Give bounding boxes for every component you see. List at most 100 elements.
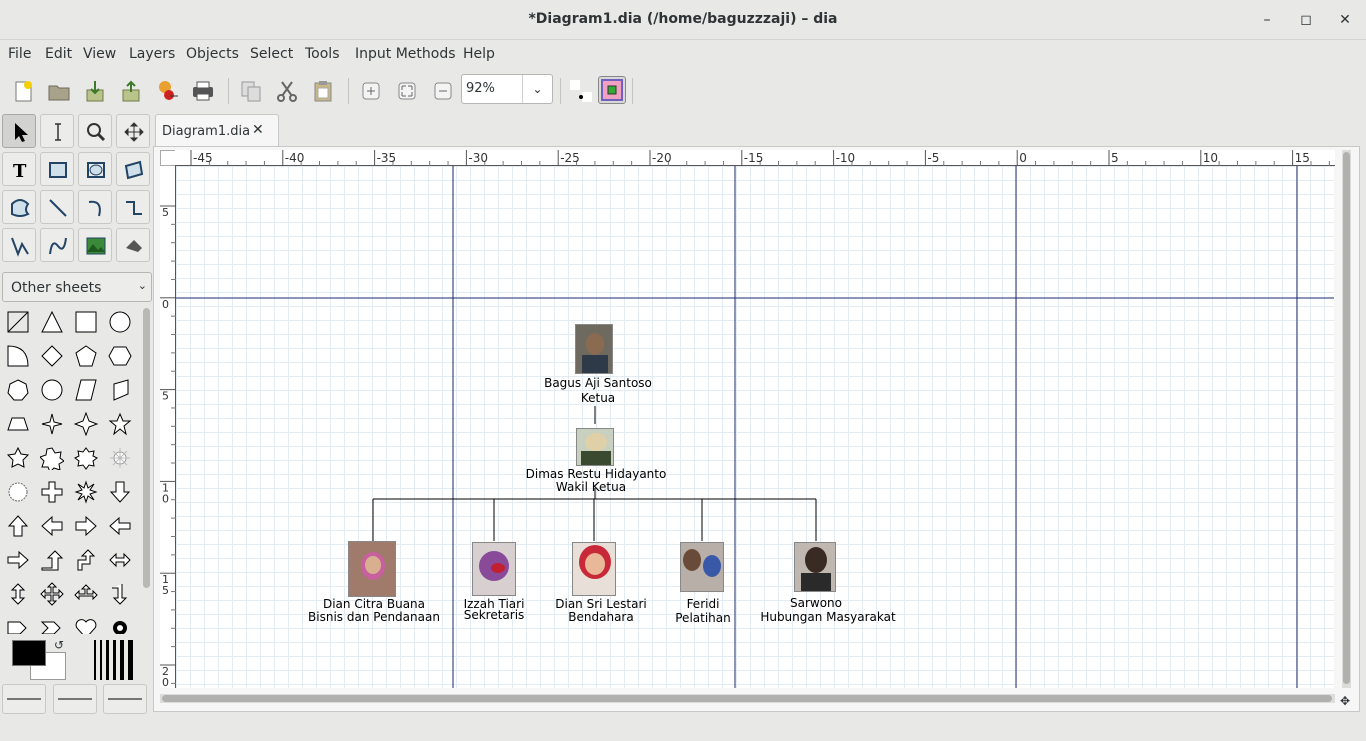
heart-icon[interactable] (70, 612, 102, 634)
pointer-icon[interactable] (2, 114, 36, 148)
color-selector[interactable]: ↺ (8, 636, 68, 682)
paste-icon[interactable] (310, 78, 336, 104)
photo-bagus[interactable] (575, 324, 613, 374)
parallelogram-icon[interactable] (70, 374, 102, 406)
horizontal-scrollbar[interactable] (160, 694, 1335, 703)
vertical-ruler[interactable]: 505101520 (160, 166, 176, 688)
curved-shape-icon[interactable] (104, 374, 136, 406)
star8-icon[interactable] (70, 442, 102, 474)
zoom-combo[interactable]: 92% ⌄ (461, 74, 553, 104)
ruler-corner[interactable] (160, 150, 176, 166)
menu-select[interactable]: Select (250, 46, 293, 62)
beziergon-icon[interactable] (2, 190, 36, 224)
close-window-button[interactable]: ✕ (1334, 9, 1356, 31)
gear-icon[interactable] (104, 612, 136, 634)
star4b-icon[interactable] (70, 408, 102, 440)
star7-icon[interactable] (36, 442, 68, 474)
menu-help[interactable]: Help (463, 46, 495, 62)
seal-icon[interactable] (2, 476, 34, 508)
arrow-right-b-icon[interactable] (2, 544, 34, 576)
pentagon-icon[interactable] (70, 340, 102, 372)
text-icon[interactable]: T (2, 152, 36, 186)
photo-dimas[interactable] (576, 428, 614, 466)
arrow-corner-icon[interactable] (104, 578, 136, 610)
triangle-icon[interactable] (36, 306, 68, 338)
arrow-up-icon[interactable] (2, 510, 34, 542)
start-arrow-selector[interactable] (2, 684, 46, 714)
arrow-up-down-icon[interactable] (2, 578, 34, 610)
heptagon-icon[interactable] (2, 374, 34, 406)
arrow-left-right-icon[interactable] (104, 544, 136, 576)
menu-input-methods[interactable]: Input Methods (355, 46, 456, 62)
tab-diagram[interactable]: Diagram1.dia ✕ (155, 114, 279, 148)
trapezoid-icon[interactable] (2, 408, 34, 440)
arc-icon[interactable] (78, 190, 112, 224)
close-tab-icon[interactable]: ✕ (252, 122, 264, 138)
zoom-fit-icon[interactable] (394, 78, 420, 104)
scrollbar-thumb[interactable] (1343, 152, 1350, 684)
chevron-shape-icon[interactable] (2, 612, 34, 634)
copy-icon[interactable] (238, 78, 264, 104)
arrow-turn-up-icon[interactable] (70, 544, 102, 576)
rectangle-icon[interactable] (70, 306, 102, 338)
burst-icon[interactable] (70, 476, 102, 508)
arrow-right-icon[interactable] (70, 510, 102, 542)
line-icon[interactable] (40, 190, 74, 224)
photo-dian-citra[interactable] (348, 541, 396, 597)
scrollbar-thumb[interactable] (162, 695, 1332, 702)
arrow-left-b-icon[interactable] (104, 510, 136, 542)
menu-layers[interactable]: Layers (129, 46, 175, 62)
cross-icon[interactable] (36, 476, 68, 508)
bezier-icon[interactable] (40, 228, 74, 262)
print-icon[interactable] (190, 78, 216, 104)
circle-icon[interactable] (104, 306, 136, 338)
diamond-icon[interactable] (36, 340, 68, 372)
chevron-down-icon[interactable]: ⌄ (522, 75, 552, 103)
save-icon[interactable] (82, 78, 108, 104)
foreground-color[interactable] (12, 640, 46, 666)
properties-icon[interactable] (154, 78, 180, 104)
menu-objects[interactable]: Objects (186, 46, 239, 62)
horizontal-ruler[interactable]: -45 -40 -35 -30 -25 -20 -15 -10 -5 0 5 10 15 (175, 150, 1335, 166)
zoom-out-icon[interactable] (430, 78, 456, 104)
snap-object-icon[interactable] (598, 76, 626, 104)
photo-dian-sri[interactable] (572, 542, 616, 596)
polyline-icon[interactable] (2, 228, 36, 262)
photo-sarwono[interactable] (794, 542, 836, 592)
minimize-button[interactable]: – (1256, 9, 1278, 31)
menu-edit[interactable]: Edit (45, 46, 72, 62)
photo-izzah[interactable] (472, 542, 516, 596)
octagon-icon[interactable] (36, 374, 68, 406)
star6-icon[interactable] (2, 442, 34, 474)
quarter-circle-icon[interactable] (2, 340, 34, 372)
export-icon[interactable] (118, 78, 144, 104)
box-icon[interactable] (40, 152, 74, 186)
maximize-button[interactable]: ◻ (1295, 9, 1317, 31)
magnify-icon[interactable] (78, 114, 112, 148)
arrow-turn-icon[interactable] (36, 544, 68, 576)
polygon-icon[interactable] (116, 152, 150, 186)
chevron-right-shape-icon[interactable] (36, 612, 68, 634)
zigzag-icon[interactable] (116, 190, 150, 224)
hexagon-icon[interactable] (104, 340, 136, 372)
line-style-selector[interactable] (53, 684, 97, 714)
zoom-value[interactable]: 92% (466, 81, 495, 96)
shape-palette-scrollbar[interactable] (143, 308, 150, 588)
new-icon[interactable] (10, 78, 36, 104)
line-width-selector[interactable] (94, 640, 136, 680)
diagram-canvas[interactable]: Bagus Aji Santoso Ketua Dimas Restu Hida… (176, 166, 1334, 688)
menu-tools[interactable]: Tools (305, 46, 340, 62)
ellipse-icon[interactable] (78, 152, 112, 186)
end-arrow-selector[interactable] (103, 684, 147, 714)
photo-feridi[interactable] (680, 542, 724, 592)
swap-colors-icon[interactable]: ↺ (54, 638, 64, 652)
image-icon[interactable] (78, 228, 112, 262)
snap-grid-icon[interactable] (568, 78, 594, 104)
diagonal-line-icon[interactable] (2, 306, 34, 338)
sheet-selector[interactable]: Other sheets ⌄ (2, 272, 152, 302)
arrow-four-icon[interactable] (36, 578, 68, 610)
arrow-left-icon[interactable] (36, 510, 68, 542)
menu-view[interactable]: View (83, 46, 116, 62)
menu-file[interactable]: File (8, 46, 31, 62)
starburst-icon[interactable] (104, 442, 136, 474)
